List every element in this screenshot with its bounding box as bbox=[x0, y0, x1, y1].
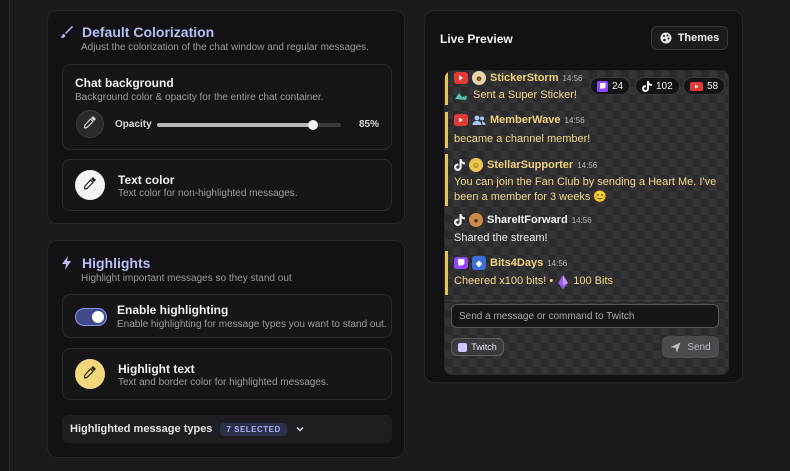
highlight-color-picker[interactable] bbox=[75, 359, 105, 389]
chat-divider bbox=[445, 300, 728, 301]
chat-message-text: Cheered x100 bits! • bbox=[454, 275, 554, 287]
highlighted-types-label: Highlighted message types bbox=[70, 423, 213, 435]
chat-background-subtitle: Background color & opacity for the entir… bbox=[75, 92, 324, 103]
enable-highlighting-title: Enable highlighting bbox=[117, 303, 229, 317]
live-preview-panel: Live Preview Themes 24 102 58 ☻ StickerS… bbox=[424, 10, 743, 383]
avatar: ☺ bbox=[469, 158, 483, 172]
chat-username: ShareItForward bbox=[487, 214, 568, 226]
chat-timestamp: 14:56 bbox=[547, 258, 568, 268]
brush-icon bbox=[60, 25, 74, 39]
highlight-text-title: Highlight text bbox=[118, 362, 195, 376]
text-color-card: Text color Text color for non-highlighte… bbox=[62, 159, 392, 211]
avatar: ☻ bbox=[472, 71, 486, 85]
chat-message-text: became a channel member! bbox=[454, 133, 591, 145]
opacity-slider-fill bbox=[157, 123, 314, 127]
opacity-slider[interactable] bbox=[157, 120, 341, 130]
enable-highlighting-toggle[interactable] bbox=[75, 308, 107, 326]
lightning-icon bbox=[60, 256, 74, 270]
send-icon bbox=[670, 342, 681, 353]
twitch-icon bbox=[458, 342, 468, 352]
opacity-slider-thumb[interactable] bbox=[308, 120, 319, 130]
opacity-label: Opacity bbox=[115, 119, 152, 130]
highlight-text-card: Highlight text Text and border color for… bbox=[62, 348, 392, 400]
themes-label: Themes bbox=[677, 32, 720, 44]
chat-background-card: Chat background Background color & opaci… bbox=[62, 64, 392, 150]
eyedropper-icon bbox=[83, 115, 97, 134]
toggle-knob bbox=[92, 311, 104, 323]
chat-message: ● ShareItForward 14:56 Shared the stream… bbox=[445, 210, 728, 246]
chevron-down-icon bbox=[295, 424, 305, 434]
chat-username: MemberWave bbox=[490, 114, 561, 126]
text-color-picker[interactable] bbox=[75, 170, 105, 200]
send-button[interactable]: Send bbox=[662, 336, 719, 358]
text-color-title: Text color bbox=[118, 173, 175, 187]
opacity-value: 85% bbox=[359, 119, 380, 130]
tiktok-icon bbox=[454, 159, 465, 171]
chat-timestamp: 14:56 bbox=[562, 73, 583, 83]
bits-amount: 100 Bits bbox=[573, 275, 613, 287]
sticker-icon bbox=[454, 91, 468, 101]
live-preview-title: Live Preview bbox=[440, 32, 513, 46]
highlights-subtitle: Highlight important messages so they sta… bbox=[81, 273, 292, 284]
avatar: ◆ bbox=[472, 256, 486, 270]
members-icon bbox=[472, 114, 486, 126]
eyedropper-icon bbox=[83, 365, 97, 384]
chat-username: StickerStorm bbox=[490, 72, 559, 84]
chat-message-input[interactable]: Send a message or command to Twitch bbox=[451, 304, 719, 328]
enable-highlighting-subtitle: Enable highlighting for message types yo… bbox=[117, 319, 387, 330]
colorization-panel: Default Colorization Adjust the coloriza… bbox=[47, 10, 405, 224]
palette-icon bbox=[660, 32, 672, 44]
chat-message: ☺ StellarSupporter 14:56 You can join th… bbox=[445, 154, 728, 206]
chat-username: Bits4Days bbox=[490, 257, 544, 269]
eyedropper-icon bbox=[83, 176, 97, 195]
chat-background-color-picker[interactable] bbox=[76, 110, 104, 138]
chat-message: MemberWave 14:56 became a channel member… bbox=[445, 112, 728, 148]
text-color-subtitle: Text color for non-highlighted messages. bbox=[118, 188, 298, 199]
chat-timestamp: 14:56 bbox=[577, 160, 598, 170]
chat-message-text: You can join the Fan Club by sending a H… bbox=[454, 176, 717, 203]
youtube-icon bbox=[454, 114, 468, 126]
selected-count-badge: 7 SELECTED bbox=[220, 422, 287, 436]
platform-select-button[interactable]: Twitch bbox=[451, 338, 504, 356]
chat-background-title: Chat background bbox=[75, 76, 174, 90]
youtube-icon bbox=[454, 72, 468, 84]
platform-label: Twitch bbox=[471, 342, 497, 352]
chat-input-placeholder: Send a message or command to Twitch bbox=[459, 310, 635, 322]
chat-timestamp: 14:56 bbox=[571, 215, 592, 225]
chat-message: ☻ StickerStorm 14:56 Sent a Super Sticke… bbox=[445, 71, 728, 105]
highlights-title: Highlights bbox=[82, 255, 151, 271]
chat-username: StellarSupporter bbox=[487, 159, 574, 171]
chat-timestamp: 14:56 bbox=[564, 115, 585, 125]
colorization-subtitle: Adjust the colorization of the chat wind… bbox=[81, 42, 369, 53]
highlights-panel: Highlights Highlight important messages … bbox=[47, 240, 405, 458]
chat-message: ◆ Bits4Days 14:56 Cheered x100 bits! • 1… bbox=[445, 251, 728, 295]
send-label: Send bbox=[687, 341, 711, 353]
bits-gem-icon bbox=[557, 274, 569, 289]
colorization-title: Default Colorization bbox=[82, 24, 215, 40]
left-edge-strip bbox=[0, 0, 10, 471]
themes-button[interactable]: Themes bbox=[651, 26, 728, 50]
avatar: ● bbox=[469, 213, 483, 227]
highlight-text-subtitle: Text and border color for highlighted me… bbox=[118, 377, 329, 388]
highlighted-types-dropdown[interactable]: Highlighted message types 7 SELECTED bbox=[62, 415, 392, 443]
chat-preview: 24 102 58 ☻ StickerStorm 14:56 Sent a Su… bbox=[444, 70, 729, 375]
twitch-icon bbox=[454, 257, 468, 269]
enable-highlighting-card: Enable highlighting Enable highlighting … bbox=[62, 294, 392, 338]
chat-message-text: Shared the stream! bbox=[454, 232, 548, 244]
tiktok-icon bbox=[454, 214, 465, 226]
chat-message-text: Sent a Super Sticker! bbox=[473, 89, 577, 101]
